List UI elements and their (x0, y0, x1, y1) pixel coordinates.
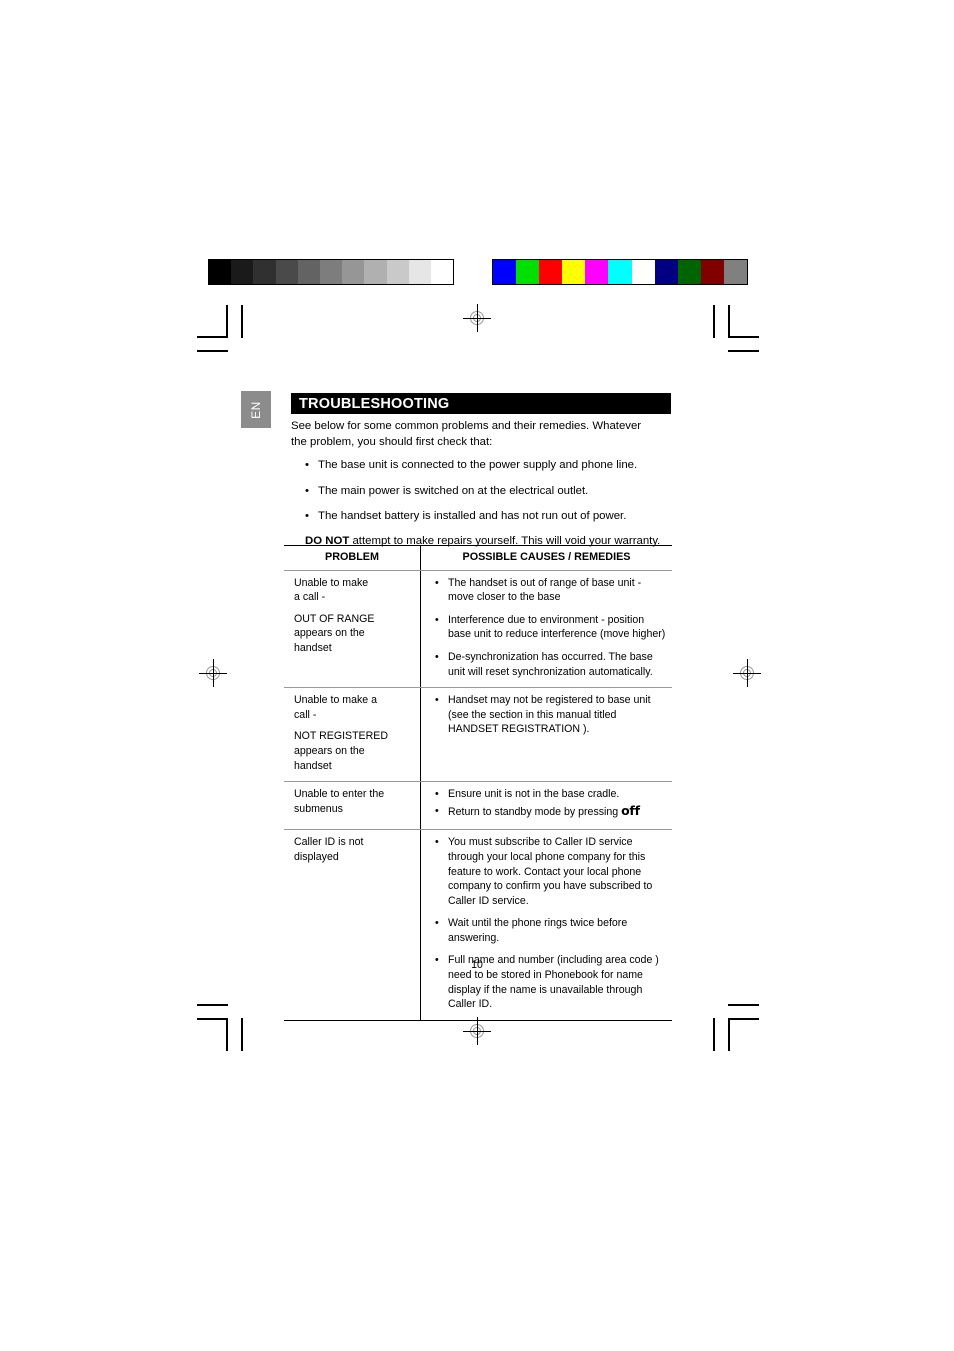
problem-text: Unable to enter the submenus (294, 788, 385, 815)
intro-paragraph: See below for some common problems and t… (291, 418, 681, 450)
page-title: TROUBLESHOOTING (299, 395, 450, 412)
column-header-remedies: POSSIBLE CAUSES / REMEDIES (420, 545, 672, 571)
table-header-row: PROBLEM POSSIBLE CAUSES / REMEDIES (284, 545, 672, 571)
cell-problem: Unable to make a call - OUT OF RANGE appea… (284, 570, 421, 689)
list-item-label: Interference due to environment - positi… (448, 613, 666, 641)
remedy-list: • Handset may not be registered to base … (435, 693, 666, 737)
manual-page: EN TROUBLESHOOTING See below for some co… (0, 0, 954, 1351)
cell-problem: Unable to make a call - NOT REGISTERED app… (284, 687, 421, 783)
intro-line-2: the problem, you should first check that… (291, 436, 493, 449)
list-item: • Ensure unit is not in the base cradle. (435, 787, 666, 802)
bullet-icon: • (435, 613, 439, 626)
list-item-label: The main power is switched on at the ele… (318, 484, 589, 497)
list-item-label: Return to standby mode by pressing (448, 805, 622, 818)
list-item-label: Handset may not be registered to base un… (448, 694, 651, 736)
problem-code: OUT OF RANGE appears on the handset (294, 612, 375, 654)
problem-text: Unable to make a call - (294, 576, 369, 604)
list-item: • The base unit is connected to the powe… (291, 457, 681, 473)
list-item: • The handset is out of range of base un… (435, 576, 666, 605)
intro-checklist: • The base unit is connected to the powe… (291, 457, 681, 524)
list-item: • The handset battery is installed and h… (291, 508, 681, 524)
list-item-label: You must subscribe to Caller ID service … (448, 836, 653, 907)
bullet-icon: • (435, 576, 439, 589)
list-item: • Wait until the phone rings twice befor… (435, 916, 666, 945)
problem-text: Unable to make a call - (294, 694, 378, 721)
problem-text: Caller ID is not displayed (294, 836, 364, 863)
language-tab-label: EN (248, 400, 263, 419)
page-number: 10 (471, 959, 483, 971)
cell-remedies: • Handset may not be registered to base … (420, 687, 672, 783)
list-item-label: The base unit is connected to the power … (318, 459, 638, 472)
column-header-problem: PROBLEM (284, 545, 421, 571)
table-row: Unable to enter the submenus • Ensure uni… (284, 781, 672, 831)
bullet-icon: • (435, 694, 439, 707)
bullet-icon: • (435, 836, 439, 849)
remedy-list: • Ensure unit is not in the base cradle.… (435, 787, 666, 819)
cell-remedies: • You must subscribe to Caller ID servic… (420, 829, 672, 1021)
bullet-icon: • (305, 459, 309, 472)
cell-problem: Caller ID is not displayed (284, 829, 421, 1021)
list-item: • Handset may not be registered to base … (435, 693, 666, 737)
remedy-list: • You must subscribe to Caller ID servic… (435, 835, 666, 1012)
language-tab: EN (241, 391, 271, 428)
cell-remedies: • Ensure unit is not in the base cradle.… (420, 781, 672, 831)
table-header: PROBLEM POSSIBLE CAUSES / REMEDIES (284, 545, 672, 571)
list-item: • The main power is switched on at the e… (291, 483, 681, 499)
section-title-bar: TROUBLESHOOTING (291, 393, 671, 414)
list-item-label: Ensure unit is not in the base cradle. (448, 788, 620, 801)
list-item: • Interference due to environment - posi… (435, 613, 666, 642)
cell-problem: Unable to enter the submenus (284, 781, 421, 831)
list-item-label: The handset is out of range of base unit… (448, 576, 642, 604)
off-key-icon: off (621, 802, 640, 818)
bullet-icon: • (305, 484, 309, 497)
intro-block: See below for some common problems and t… (291, 418, 681, 549)
list-item: • De-synchronization has occurred. The b… (435, 650, 666, 679)
table-row: Unable to make a call - NOT REGISTERED app… (284, 687, 672, 783)
table-row: Caller ID is not displayed • You must sub… (284, 829, 672, 1021)
cell-remedies: • The handset is out of range of base un… (420, 570, 672, 689)
problem-code: NOT REGISTERED appears on the handset (294, 730, 388, 772)
list-item: • Return to standby mode by pressing off (435, 802, 666, 820)
list-item-label: De-synchronization has occurred. The bas… (448, 650, 653, 678)
table-body: Unable to make a call - OUT OF RANGE appea… (284, 570, 672, 1021)
remedy-list: • The handset is out of range of base un… (435, 576, 666, 680)
list-item: • You must subscribe to Caller ID servic… (435, 835, 666, 908)
table-row: Unable to make a call - OUT OF RANGE appea… (284, 570, 672, 689)
bullet-icon: • (435, 804, 439, 817)
bullet-icon: • (305, 509, 309, 522)
list-item-label: The handset battery is installed and has… (318, 509, 627, 522)
bullet-icon: • (435, 917, 439, 930)
troubleshooting-table: PROBLEM POSSIBLE CAUSES / REMEDIES Unabl… (284, 545, 672, 1021)
intro-line-1: See below for some common problems and t… (291, 420, 642, 432)
bullet-icon: • (435, 650, 439, 663)
list-item-label: Wait until the phone rings twice before … (448, 917, 628, 944)
bullet-icon: • (435, 788, 439, 801)
